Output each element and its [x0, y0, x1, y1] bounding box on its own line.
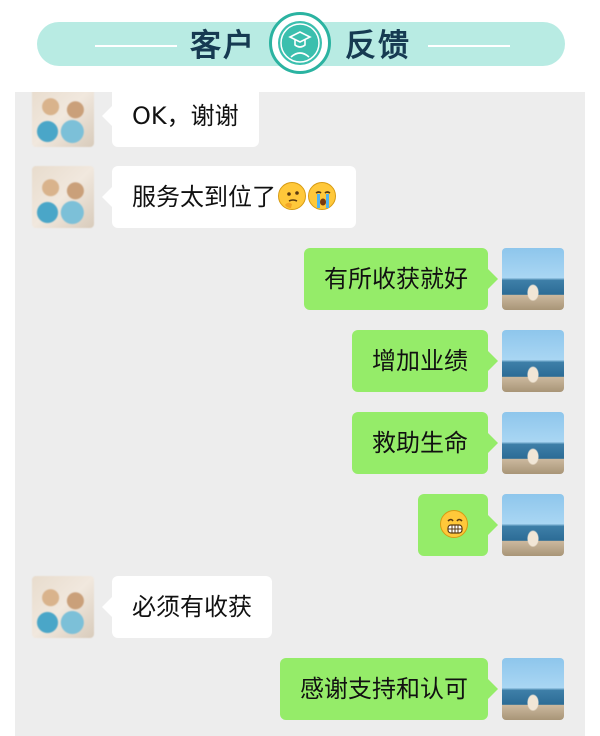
user-avatar[interactable]	[502, 494, 564, 556]
user-avatar[interactable]	[502, 248, 564, 310]
message-bubble[interactable]: 有所收获就好	[304, 248, 498, 310]
grinning-face-icon	[440, 510, 468, 538]
header-title-left: 客户	[190, 28, 256, 64]
customer-avatar[interactable]	[32, 576, 94, 638]
message-bubble[interactable]: OK，谢谢	[102, 92, 259, 147]
user-avatar[interactable]	[502, 330, 564, 392]
message-bubble[interactable]: 服务太到位了	[102, 166, 356, 228]
user-avatar[interactable]	[502, 412, 564, 474]
message-bubble[interactable]: 必须有收获	[102, 576, 272, 638]
thinking-face-icon	[278, 182, 306, 210]
message-bubble[interactable]	[418, 494, 498, 556]
crying-face-icon	[308, 182, 336, 210]
graduate-glyph	[280, 23, 320, 63]
user-avatar[interactable]	[502, 658, 564, 720]
message-bubble[interactable]: 救助生命	[352, 412, 498, 474]
banner-divider-right	[428, 45, 510, 47]
message-bubble[interactable]: 增加业绩	[352, 330, 498, 392]
chat-area[interactable]: OK，谢谢 服务太到位了 有所收获就好 增加业绩 救助生命 必须有收获 感谢支持…	[15, 92, 585, 736]
banner-divider-left	[95, 45, 177, 47]
customer-avatar[interactable]	[32, 166, 94, 228]
feedback-page: 客户 反馈 OK，谢谢 服务太到位了 有所收获就好 增加业绩 救助生命 必须有收…	[0, 0, 600, 736]
header-title-right: 反馈	[345, 28, 411, 64]
message-text: 服务太到位了	[132, 183, 276, 211]
graduate-badge-icon	[269, 12, 331, 74]
customer-avatar[interactable]	[32, 92, 94, 147]
message-bubble[interactable]: 感谢支持和认可	[280, 658, 498, 720]
